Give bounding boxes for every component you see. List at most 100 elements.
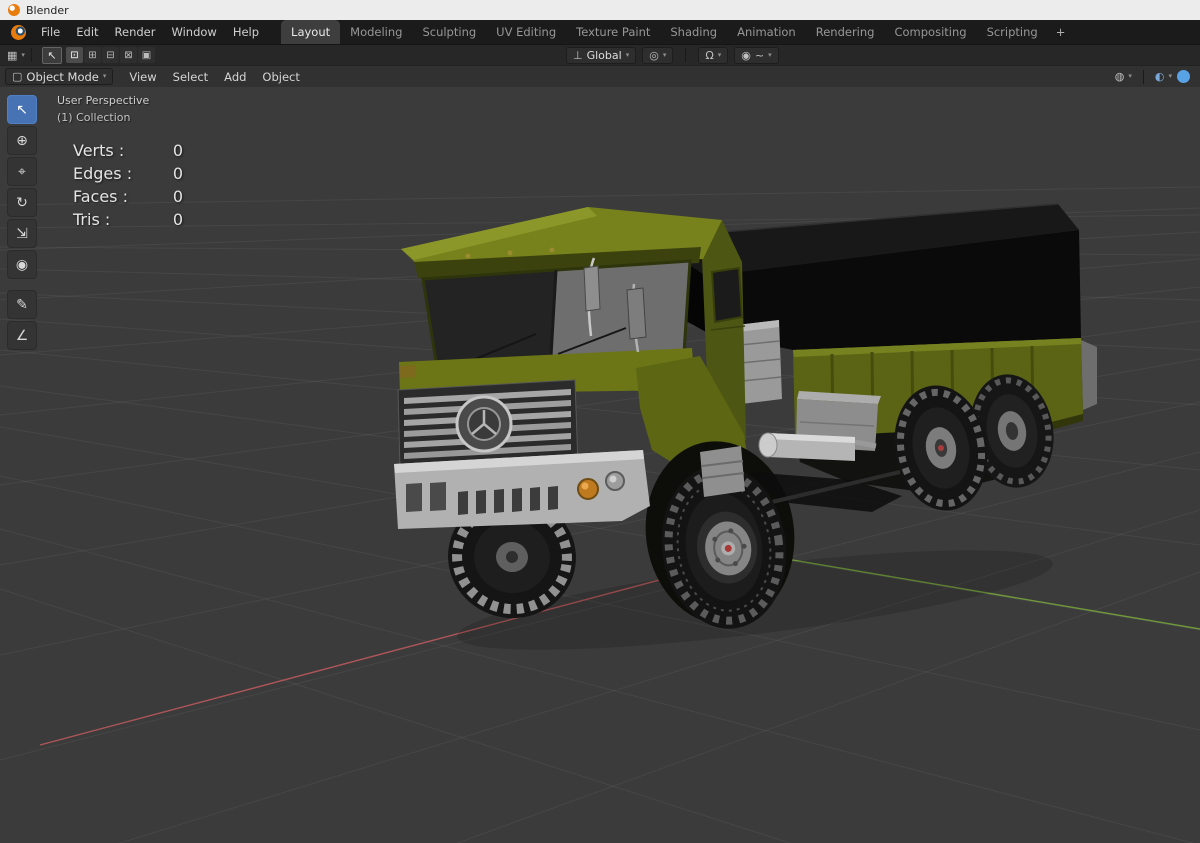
stat-edges: Edges : 0: [73, 162, 183, 185]
orientation-label: Global: [586, 48, 622, 62]
menu-add[interactable]: Add: [216, 70, 254, 84]
transform-orientation-dropdown[interactable]: ⊥ Global ▾: [566, 46, 637, 64]
menu-file[interactable]: File: [33, 20, 68, 44]
show-overlays-dropdown[interactable]: ◍ ▾: [1115, 71, 1132, 82]
shading-sphere-icon: ◐: [1154, 70, 1165, 83]
view-perspective-label: User Perspective: [57, 94, 150, 107]
viewport-header: ▢ Object Mode ▾ View Select Add Object ◍…: [0, 65, 1200, 87]
shading-mode-dropdown[interactable]: ◐ ▾: [1155, 71, 1172, 82]
select-mode-options: ⊡ ⊞ ⊟ ⊠ ▣: [65, 47, 155, 63]
window-title: Blender: [26, 3, 69, 17]
select-mode-extend-button[interactable]: ⊞: [83, 47, 101, 63]
stat-faces-value: 0: [172, 187, 183, 206]
tab-rendering[interactable]: Rendering: [806, 20, 885, 44]
menu-help[interactable]: Help: [225, 20, 267, 44]
falloff-curve-icon: ~: [754, 48, 765, 62]
tab-compositing[interactable]: Compositing: [884, 20, 976, 44]
mode-label: Object Mode: [26, 69, 99, 84]
tab-sculpting[interactable]: Sculpting: [412, 20, 486, 44]
editor-type-icon: ▦: [7, 48, 18, 62]
magnet-icon: Ω: [705, 48, 714, 62]
chevron-down-icon: ▾: [625, 50, 630, 59]
select-box-icon: ↖: [16, 101, 28, 118]
tool-transform[interactable]: ◉: [7, 250, 37, 279]
measure-icon: ∠: [15, 327, 29, 344]
select-mode-subtract-button[interactable]: ⊟: [101, 47, 119, 63]
viewport-3d[interactable]: ↖ ⊕ ⌖ ↻ ⇲ ◉ ✎ ∠ User Perspective (1) Col…: [0, 87, 1200, 843]
blender-menu-button[interactable]: [4, 20, 33, 44]
stat-tris: Tris : 0: [73, 208, 183, 231]
move-icon: ⌖: [18, 163, 26, 180]
overlays-icon: ◍: [1114, 70, 1125, 83]
select-mode-invert-button[interactable]: ⊠: [119, 47, 137, 63]
snap-toggle-button[interactable]: Ω ▾: [698, 46, 729, 64]
truck-model: [394, 203, 1097, 650]
chevron-down-icon: ▾: [21, 50, 25, 59]
tab-scripting[interactable]: Scripting: [977, 20, 1048, 44]
viewport-toolbar: ↖ ⊕ ⌖ ↻ ⇲ ◉ ✎ ∠: [7, 95, 37, 352]
tab-modeling[interactable]: Modeling: [340, 20, 412, 44]
axis-lines: [39, 553, 1200, 746]
transform-icon: ◉: [15, 256, 29, 273]
blender-app-icon: [8, 4, 20, 16]
tool-measure[interactable]: ∠: [7, 321, 37, 350]
chevron-down-icon: ▾: [662, 50, 667, 59]
menu-object[interactable]: Object: [254, 70, 307, 84]
chevron-down-icon: ▾: [717, 50, 722, 59]
tool-move[interactable]: ⌖: [7, 157, 37, 186]
tab-layout[interactable]: Layout: [281, 20, 341, 44]
pivot-point-dropdown[interactable]: ◎ ▾: [642, 46, 674, 64]
tool-select-box[interactable]: ↖: [7, 95, 37, 124]
view-info: User Perspective (1) Collection: [57, 94, 149, 124]
menu-edit[interactable]: Edit: [68, 20, 106, 44]
stat-verts-value: 0: [172, 141, 183, 160]
toolbar-gap: [7, 281, 37, 290]
separator: [685, 48, 687, 62]
rotate-icon: ↻: [16, 194, 28, 211]
tool-cursor[interactable]: ⊕: [7, 126, 37, 155]
select-mode-intersect-button[interactable]: ▣: [137, 47, 155, 63]
shading-rendered-icon[interactable]: [1177, 70, 1190, 83]
add-workspace-button[interactable]: +: [1048, 20, 1074, 44]
tab-texture-paint[interactable]: Texture Paint: [566, 20, 660, 44]
tool-rotate[interactable]: ↻: [7, 188, 37, 217]
orientation-icon: ⊥: [573, 48, 583, 62]
mode-dropdown[interactable]: ▢ Object Mode ▾: [5, 68, 114, 85]
editor-type-dropdown[interactable]: ▦ ▾: [7, 50, 25, 61]
stat-verts: Verts : 0: [73, 139, 183, 162]
collection-label: (1) Collection: [57, 111, 131, 124]
proportional-editing-dropdown[interactable]: ◉ ~ ▾: [734, 46, 779, 64]
menu-select[interactable]: Select: [165, 70, 216, 84]
separator: [30, 48, 32, 62]
separator: [1142, 69, 1144, 84]
stat-faces: Faces : 0: [73, 185, 183, 208]
chevron-down-icon: ▾: [102, 72, 107, 80]
menu-view[interactable]: View: [121, 70, 164, 84]
viewport-header-right: ◍ ▾ ◐ ▾: [1115, 69, 1195, 84]
tool-scale[interactable]: ⇲: [7, 219, 37, 248]
tab-animation[interactable]: Animation: [727, 20, 806, 44]
stat-verts-label: Verts :: [73, 141, 125, 160]
tool-settings-bar: ▦ ▾ ↖ ⊡ ⊞ ⊟ ⊠ ▣ ⊥ Global ▾ ◎ ▾ Ω ▾ ◉ ~ ▾: [0, 44, 1200, 65]
topbar: File Edit Render Window Help Layout Mode…: [0, 20, 1200, 44]
stat-edges-label: Edges :: [73, 164, 133, 183]
stat-tris-value: 0: [172, 210, 183, 229]
annotate-icon: ✎: [16, 296, 28, 313]
chevron-down-icon: ▾: [768, 50, 772, 59]
stat-faces-label: Faces :: [73, 187, 128, 206]
stat-tris-label: Tris :: [73, 210, 111, 229]
menu-window[interactable]: Window: [163, 20, 224, 44]
transform-settings: ⊥ Global ▾ ◎ ▾ Ω ▾ ◉ ~ ▾: [566, 46, 779, 64]
menu-render[interactable]: Render: [107, 20, 164, 44]
blender-logo-icon: [11, 24, 26, 40]
chevron-down-icon: ▾: [1128, 72, 1132, 80]
object-mode-icon: ▢: [12, 70, 23, 83]
chevron-down-icon: ▾: [1168, 72, 1172, 80]
active-tool-button[interactable]: ↖: [41, 46, 62, 64]
tool-annotate[interactable]: ✎: [7, 290, 37, 319]
tab-uv-editing[interactable]: UV Editing: [486, 20, 566, 44]
workspace-tabs: Layout Modeling Sculpting UV Editing Tex…: [281, 20, 1073, 44]
cursor-icon: ⊕: [16, 132, 28, 149]
tab-shading[interactable]: Shading: [660, 20, 727, 44]
select-mode-new-button[interactable]: ⊡: [65, 47, 83, 63]
